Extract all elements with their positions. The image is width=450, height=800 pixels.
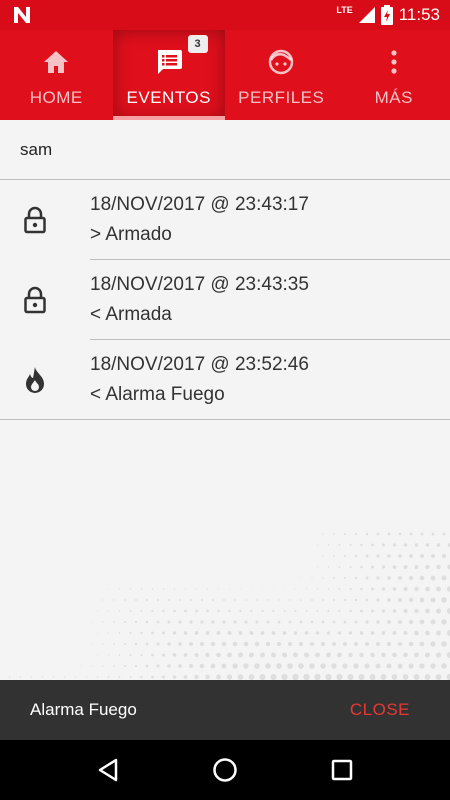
event-description: < Armada (90, 304, 172, 325)
back-icon[interactable] (88, 750, 128, 790)
face-icon (267, 48, 295, 76)
lock-icon (22, 204, 48, 236)
lock-icon (22, 284, 48, 316)
tab-mas[interactable]: MÁS (338, 30, 450, 120)
status-bar: LTE 11:53 (0, 0, 450, 30)
clock: 11:53 (398, 5, 440, 24)
notification-badge: 3 (187, 35, 208, 53)
tab-label: MÁS (374, 88, 413, 107)
tab-label: PERFILES (238, 88, 325, 107)
recents-square-icon[interactable] (322, 750, 362, 790)
event-datetime: 18/NOV/2017 @ 23:52:46 (90, 354, 309, 375)
tab-label: HOME (29, 88, 83, 107)
halftone-background-pattern (3, 532, 450, 680)
tab-bar: HOME 3 EVENTOS PERFILES MÁS (0, 30, 450, 120)
home-icon (42, 48, 70, 76)
status-right: LTE 11:53 (336, 0, 440, 30)
battery-charging-icon (380, 5, 393, 25)
tab-home[interactable]: HOME (0, 30, 113, 120)
more-vertical-icon (380, 48, 408, 76)
snackbar: Alarma Fuego CLOSE (0, 680, 450, 740)
event-description: > Armado (90, 224, 172, 245)
event-description: < Alarma Fuego (90, 384, 225, 405)
list-chat-icon (155, 48, 183, 76)
event-item[interactable]: 18/NOV/2017 @ 23:43:35 < Armada (0, 260, 450, 340)
snackbar-message: Alarma Fuego (30, 700, 137, 719)
signal-icon (358, 7, 375, 23)
network-type: LTE (336, 5, 353, 15)
divider (0, 419, 450, 420)
notification-n-icon (14, 7, 30, 23)
snackbar-close-button[interactable]: CLOSE (350, 700, 410, 720)
system-navigation-bar (0, 740, 450, 800)
event-datetime: 18/NOV/2017 @ 23:43:17 (90, 194, 309, 215)
tab-perfiles[interactable]: PERFILES (225, 30, 338, 120)
tab-eventos[interactable]: 3 EVENTOS (112, 30, 225, 120)
fire-icon (22, 364, 48, 396)
event-item[interactable]: 18/NOV/2017 @ 23:52:46 < Alarma Fuego (0, 340, 450, 420)
home-circle-icon[interactable] (205, 750, 245, 790)
event-datetime: 18/NOV/2017 @ 23:43:35 (90, 274, 309, 295)
events-content: sam 18/NOV/2017 @ 23:43:17 > Armado 18/N… (0, 120, 450, 680)
user-name: sam (0, 120, 450, 180)
tab-label: EVENTOS (126, 88, 211, 107)
event-item[interactable]: 18/NOV/2017 @ 23:43:17 > Armado (0, 180, 450, 260)
